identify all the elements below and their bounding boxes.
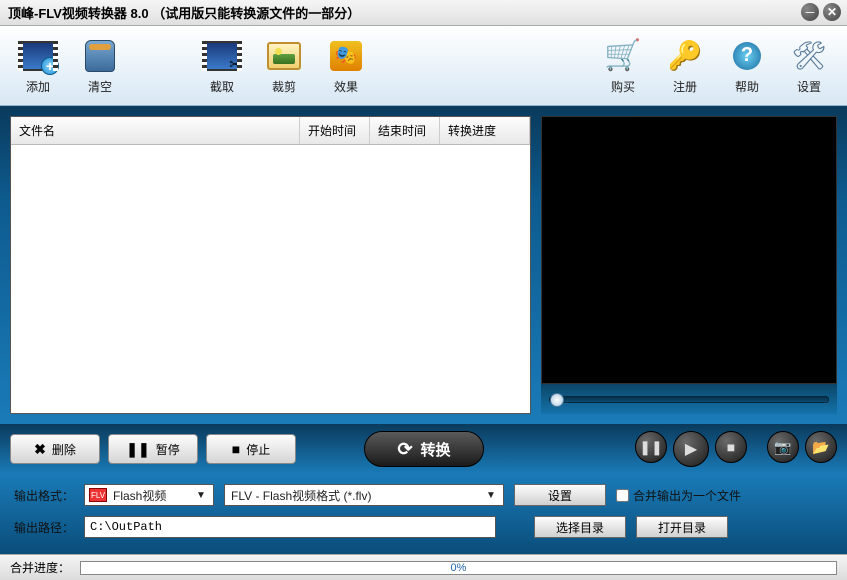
snapshot-button[interactable]: 📷 [767, 431, 799, 463]
main-toolbar: + 添加 清空 ✂ 截取 裁剪 🎭 效果 🛒 [0, 26, 847, 106]
output-settings: 输出格式： FLV Flash视频 ▼ FLV - Flash视频格式 (*.f… [0, 474, 847, 554]
merge-label: 合并输出为一个文件 [633, 487, 741, 504]
window-title: 顶峰-FLV视频转换器 8.0 （试用版只能转换源文件的一部分） [8, 3, 360, 22]
effect-icon: 🎭 [327, 37, 365, 75]
settings-icon: 🛠 [790, 37, 828, 75]
slider-thumb[interactable] [550, 393, 564, 407]
register-button[interactable]: 🔑 注册 [657, 33, 713, 99]
action-row: ✖ 删除 ❚❚ 暂停 ■ 停止 ⟳ 转换 ❚❚ ▶ ■ 📷 📂 [0, 424, 847, 474]
format-settings-button[interactable]: 设置 [514, 484, 606, 506]
open-folder-button[interactable]: 📂 [805, 431, 837, 463]
effect-button[interactable]: 🎭 效果 [318, 33, 374, 99]
column-end-time[interactable]: 结束时间 [370, 117, 440, 144]
preview-panel [541, 116, 837, 414]
file-list-panel: 文件名 开始时间 结束时间 转换进度 [10, 116, 531, 414]
file-list-header: 文件名 开始时间 结束时间 转换进度 [11, 117, 530, 145]
buy-button[interactable]: 🛒 购买 [595, 33, 651, 99]
slider-track[interactable] [549, 396, 829, 403]
cart-icon: 🛒 [604, 37, 642, 75]
clear-icon [81, 37, 119, 75]
add-button[interactable]: + 添加 [10, 33, 66, 99]
refresh-icon: ⟳ [397, 439, 412, 460]
flv-icon: FLV [89, 488, 107, 502]
format-short-select[interactable]: FLV Flash视频 ▼ [84, 484, 214, 506]
open-dir-button[interactable]: 打开目录 [636, 516, 728, 538]
media-pause-button[interactable]: ❚❚ [635, 431, 667, 463]
crop-button[interactable]: 裁剪 [256, 33, 312, 99]
output-path-input[interactable] [84, 516, 496, 538]
capture-icon: ✂ [203, 37, 241, 75]
x-icon: ✖ [34, 441, 46, 458]
format-label: 输出格式： [14, 487, 74, 504]
merge-checkbox[interactable] [616, 489, 629, 502]
delete-button[interactable]: ✖ 删除 [10, 434, 100, 464]
settings-button[interactable]: 🛠 设置 [781, 33, 837, 99]
add-icon: + [19, 37, 57, 75]
merge-checkbox-wrap[interactable]: 合并输出为一个文件 [616, 487, 741, 504]
main-area: 文件名 开始时间 结束时间 转换进度 [0, 106, 847, 424]
convert-button[interactable]: ⟳ 转换 [364, 431, 484, 467]
titlebar: 顶峰-FLV视频转换器 8.0 （试用版只能转换源文件的一部分） ─ ✕ [0, 0, 847, 26]
media-stop-button[interactable]: ■ [715, 431, 747, 463]
preview-slider[interactable] [541, 384, 837, 414]
path-label: 输出路径： [14, 519, 74, 536]
media-play-button[interactable]: ▶ [673, 431, 709, 467]
chevron-down-icon: ▼ [483, 490, 499, 501]
stop-icon: ■ [232, 441, 240, 457]
capture-button[interactable]: ✂ 截取 [194, 33, 250, 99]
pause-icon: ❚❚ [126, 441, 149, 458]
help-button[interactable]: ? 帮助 [719, 33, 775, 99]
column-start-time[interactable]: 开始时间 [300, 117, 370, 144]
file-list-body[interactable] [11, 145, 530, 413]
format-long-select[interactable]: FLV - Flash视频格式 (*.flv) ▼ [224, 484, 504, 506]
chevron-down-icon: ▼ [193, 490, 209, 501]
minimize-button[interactable]: ─ [801, 3, 819, 21]
pause-button[interactable]: ❚❚ 暂停 [108, 434, 198, 464]
merge-progress-text: 0% [81, 562, 836, 574]
close-button[interactable]: ✕ [823, 3, 841, 21]
merge-progress-label: 合并进度： [10, 559, 70, 576]
crop-icon [265, 37, 303, 75]
footer: 合并进度： 0% [0, 554, 847, 580]
app-window: 顶峰-FLV视频转换器 8.0 （试用版只能转换源文件的一部分） ─ ✕ + 添… [0, 0, 847, 563]
register-icon: 🔑 [666, 37, 704, 75]
help-icon: ? [728, 37, 766, 75]
column-filename[interactable]: 文件名 [11, 117, 300, 144]
clear-button[interactable]: 清空 [72, 33, 128, 99]
stop-button[interactable]: ■ 停止 [206, 434, 296, 464]
media-controls: ❚❚ ▶ ■ 📷 📂 [635, 431, 837, 467]
column-progress[interactable]: 转换进度 [440, 117, 530, 144]
choose-dir-button[interactable]: 选择目录 [534, 516, 626, 538]
preview-screen [541, 116, 837, 384]
